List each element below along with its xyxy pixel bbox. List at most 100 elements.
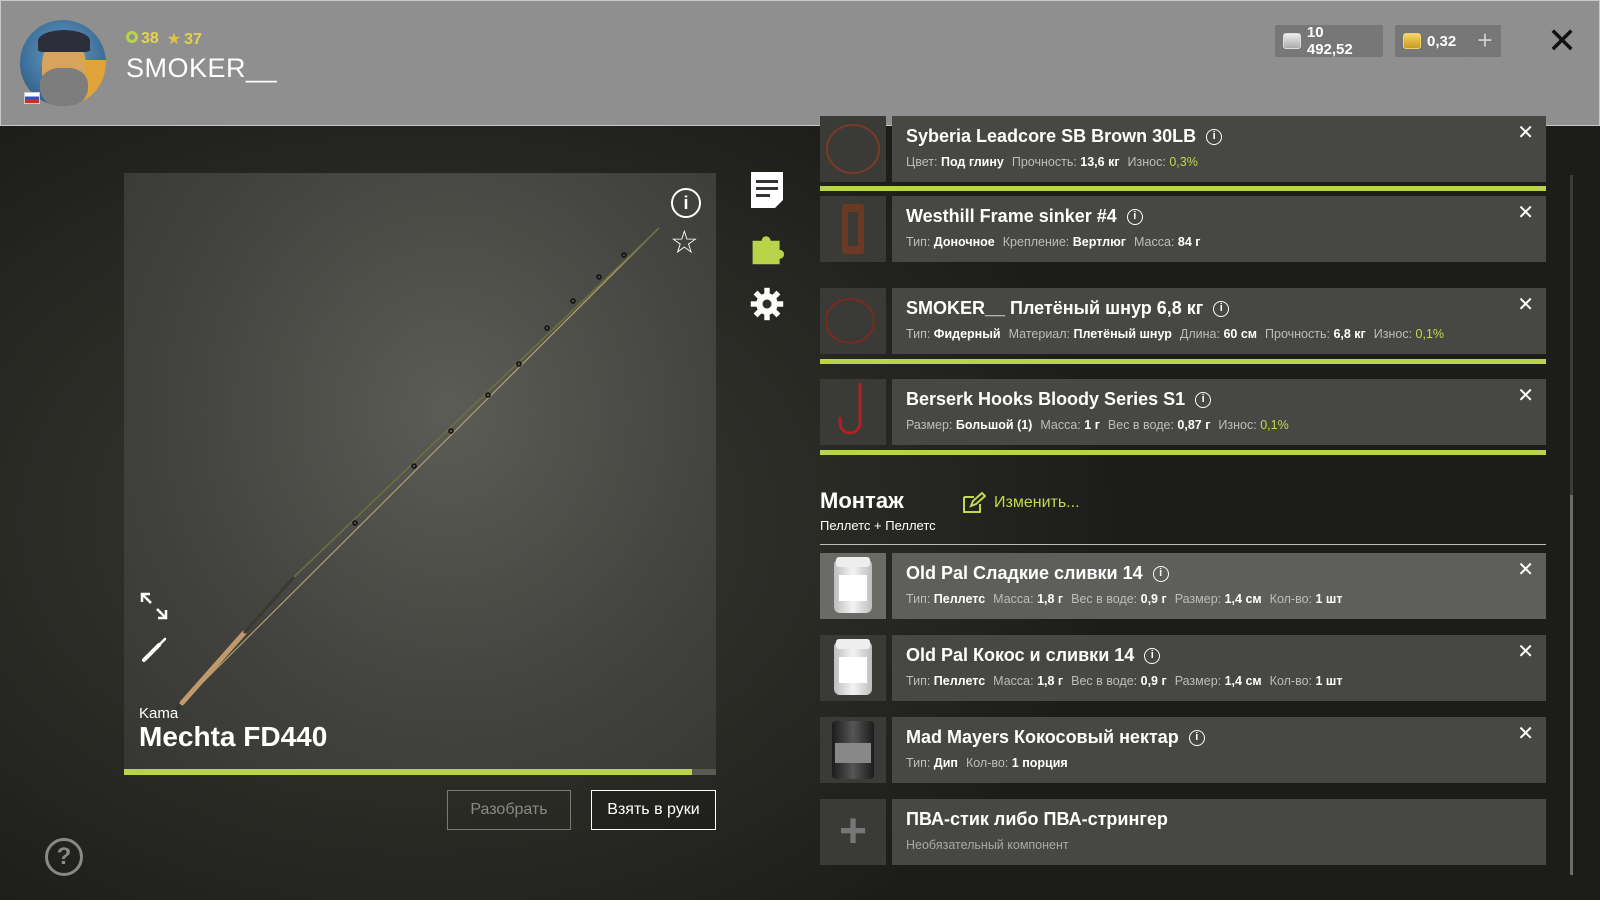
- expand-icon[interactable]: [139, 591, 169, 621]
- remove-bait-icon[interactable]: ✕: [1517, 639, 1534, 664]
- prop-value: 1 шт: [1315, 592, 1343, 606]
- prop-value: 0,3%: [1169, 155, 1198, 169]
- prop-label: Размер:: [906, 418, 956, 432]
- component-item[interactable]: Westhill Frame sinker #4 i Тип: Доночное К…: [820, 196, 1546, 262]
- prop-value: Доночное: [933, 235, 995, 249]
- info-icon[interactable]: i: [1188, 729, 1205, 746]
- puzzle-icon[interactable]: [749, 228, 785, 268]
- scrollbar-thumb[interactable]: [1570, 495, 1573, 875]
- component-props: Тип: Доночное Крепление: Вертлюг Масса: 84…: [906, 235, 1532, 249]
- prop-label: Масса:: [993, 674, 1038, 688]
- remove-bait-icon[interactable]: ✕: [1517, 721, 1534, 746]
- close-button[interactable]: ✕: [1547, 21, 1577, 61]
- rod-condition-bar: [124, 769, 716, 775]
- top-bar: 38 ★ 37 SMOKER__ 10 492,52 0,32 + ✕: [0, 0, 1600, 126]
- star-icon: ★: [166, 31, 182, 48]
- prop-value: 1,4 см: [1224, 592, 1262, 606]
- prop-value: 84 г: [1177, 235, 1201, 249]
- take-in-hands-button[interactable]: Взять в руки: [591, 790, 716, 830]
- prop-value: 1,4 см: [1224, 674, 1262, 688]
- prop-label: Износ:: [1373, 327, 1416, 341]
- optional-slot[interactable]: + ПВА-стик либо ПВА-стрингер Необязатель…: [820, 799, 1546, 865]
- component-props: Размер: Большой (1) Масса: 1 г Вес в воде:…: [906, 418, 1532, 432]
- remove-component-icon[interactable]: ✕: [1517, 200, 1534, 225]
- gear-icon[interactable]: [749, 284, 785, 324]
- prop-label: Вес в воде:: [1071, 674, 1141, 688]
- prop-value: Дип: [933, 756, 958, 770]
- favorite-star-icon[interactable]: ☆: [670, 223, 699, 261]
- rod-image: [176, 227, 660, 710]
- prop-label: Вес в воде:: [1107, 418, 1178, 432]
- info-icon[interactable]: i: [1126, 208, 1143, 225]
- help-icon[interactable]: ?: [45, 838, 83, 876]
- add-icon[interactable]: +: [820, 799, 886, 865]
- player-levels: 38 ★ 37: [126, 29, 202, 49]
- paint-brush-icon[interactable]: [139, 635, 169, 665]
- component-item[interactable]: Berserk Hooks Bloody Series S1 i Размер: …: [820, 379, 1546, 445]
- edit-icon: [963, 492, 986, 513]
- info-icon[interactable]: i: [1144, 647, 1161, 664]
- remove-bait-icon[interactable]: ✕: [1517, 557, 1534, 582]
- edit-rig-button[interactable]: Изменить...: [962, 492, 1080, 514]
- prop-label: Размер:: [1174, 592, 1225, 606]
- prop-label: Размер:: [1174, 674, 1225, 688]
- component-item[interactable]: SMOKER__ Плетёный шнур 6,8 кг i Тип: Фиде…: [820, 288, 1546, 354]
- info-icon[interactable]: i: [1206, 128, 1223, 145]
- line-thumbnail: [820, 116, 886, 182]
- divider: [820, 544, 1546, 545]
- prop-label: Тип:: [906, 327, 934, 341]
- document-icon[interactable]: [749, 170, 785, 210]
- info-icon[interactable]: i: [1152, 565, 1169, 582]
- prop-label: Износ:: [1127, 155, 1170, 169]
- prop-label: Тип:: [906, 756, 934, 770]
- prop-value: Под глину: [940, 155, 1004, 169]
- hook-thumbnail: [820, 379, 886, 445]
- remove-component-icon[interactable]: ✕: [1517, 383, 1534, 408]
- rod-info-icon[interactable]: i: [671, 188, 701, 218]
- prop-label: Износ:: [1218, 418, 1261, 432]
- prop-value: 1,8 г: [1037, 674, 1064, 688]
- rig-subtitle: Пеллетс + Пеллетс: [820, 518, 936, 533]
- pellets-jar-thumbnail: [820, 553, 886, 619]
- prop-value: 6,8 кг: [1333, 327, 1366, 341]
- remove-component-icon[interactable]: ✕: [1517, 120, 1534, 145]
- rod-preview[interactable]: i ☆ Kama Mechta FD440: [124, 173, 716, 769]
- dip-bottle-thumbnail: [820, 717, 886, 783]
- username: SMOKER__: [126, 53, 278, 83]
- prop-value: Пеллетс: [933, 674, 986, 688]
- prop-value: Вертлюг: [1072, 235, 1126, 249]
- level-ring-icon: [126, 31, 138, 43]
- prop-label: Материал:: [1008, 327, 1074, 341]
- bait-props: Тип: Пеллетс Масса: 1,8 г Вес в воде: 0,9 …: [906, 674, 1532, 688]
- prop-value: Пеллетс: [933, 592, 986, 606]
- info-icon[interactable]: i: [1213, 300, 1230, 317]
- remove-component-icon[interactable]: ✕: [1517, 292, 1534, 317]
- prop-value: 13,6 кг: [1080, 155, 1120, 169]
- prop-value: 0,87 г: [1177, 418, 1211, 432]
- component-item[interactable]: Syberia Leadcore SB Brown 30LB i Цвет: По…: [820, 116, 1546, 182]
- buy-currency-button[interactable]: +: [1469, 25, 1501, 57]
- scrollbar[interactable]: [1570, 175, 1573, 875]
- prop-value: Фидерный: [933, 327, 1001, 341]
- prop-label: Крепление:: [1002, 235, 1073, 249]
- silver-coins-icon: [1283, 33, 1301, 49]
- rod-name: Mechta FD440: [139, 721, 328, 752]
- gold-coins-icon: [1403, 33, 1421, 49]
- bait-item[interactable]: Old Pal Кокос и сливки 14 i Тип: Пеллетс М…: [820, 635, 1546, 701]
- bait-item[interactable]: Mad Mayers Кокосовый нектар i Тип: Дип Кол…: [820, 717, 1546, 783]
- component-props: Цвет: Под глину Прочность: 13,6 кг Износ: …: [906, 155, 1532, 169]
- prop-label: Масса:: [993, 592, 1038, 606]
- info-icon[interactable]: i: [1195, 391, 1212, 408]
- disassemble-button[interactable]: Разобрать: [447, 790, 571, 830]
- prop-label: Вес в воде:: [1071, 592, 1141, 606]
- prop-label: Тип:: [906, 592, 934, 606]
- condition-bar: [820, 450, 1546, 455]
- prop-value: 1 шт: [1315, 674, 1343, 688]
- russia-flag-icon: [24, 92, 40, 104]
- bait-item[interactable]: Old Pal Сладкие сливки 14 i Тип: Пеллетс М…: [820, 553, 1546, 619]
- prop-value: 1,8 г: [1037, 592, 1064, 606]
- gold-balance: 0,32: [1395, 25, 1469, 57]
- bait-props: Тип: Пеллетс Масса: 1,8 г Вес в воде: 0,9 …: [906, 592, 1532, 606]
- silver-balance: 10 492,52: [1275, 24, 1383, 58]
- prop-value: 0,1%: [1415, 327, 1445, 341]
